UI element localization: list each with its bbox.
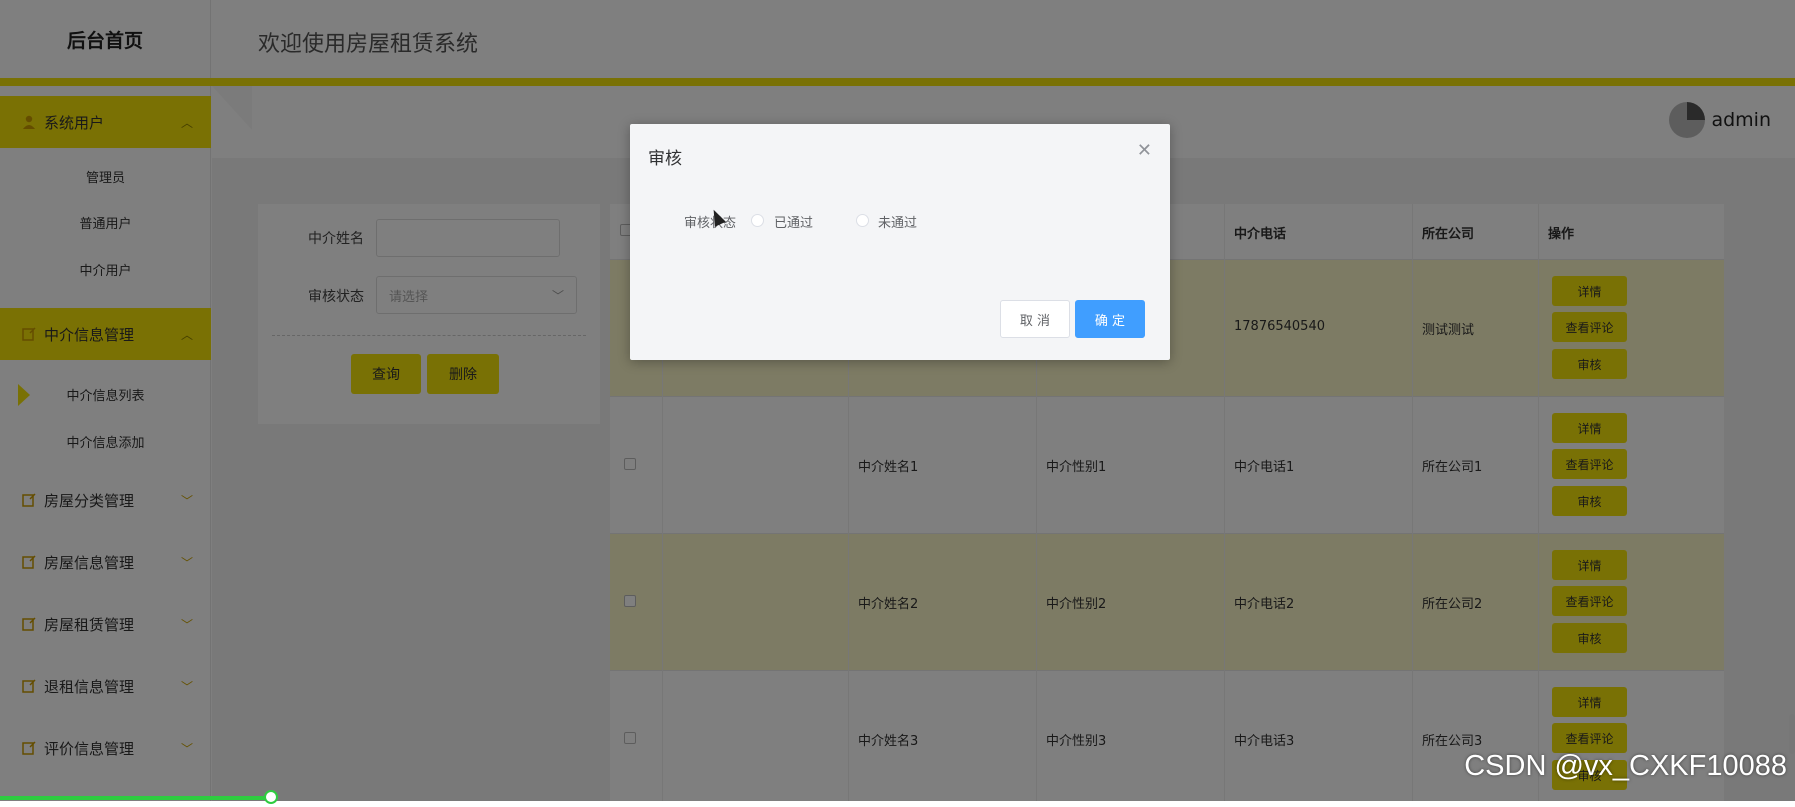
radio-rejected[interactable] <box>856 214 869 227</box>
radio-rejected-label[interactable]: 未通过 <box>878 212 917 231</box>
dialog-title: 审核 <box>648 149 682 169</box>
radio-approved[interactable] <box>751 214 764 227</box>
confirm-button[interactable]: 确 定 <box>1075 300 1145 338</box>
cancel-button[interactable]: 取 消 <box>1000 300 1070 338</box>
close-icon[interactable]: ✕ <box>1137 140 1152 161</box>
radio-approved-label[interactable]: 已通过 <box>774 212 813 231</box>
video-progress-bar[interactable] <box>0 796 271 800</box>
scrollbar[interactable] <box>1789 714 1795 754</box>
audit-dialog: 审核 ✕ 审核状态 已通过 未通过 取 消 确 定 <box>630 124 1170 360</box>
watermark: CSDN @vx_CXKF10088 <box>1464 750 1787 782</box>
modal-overlay[interactable] <box>0 0 1795 801</box>
progress-handle[interactable] <box>264 790 278 804</box>
